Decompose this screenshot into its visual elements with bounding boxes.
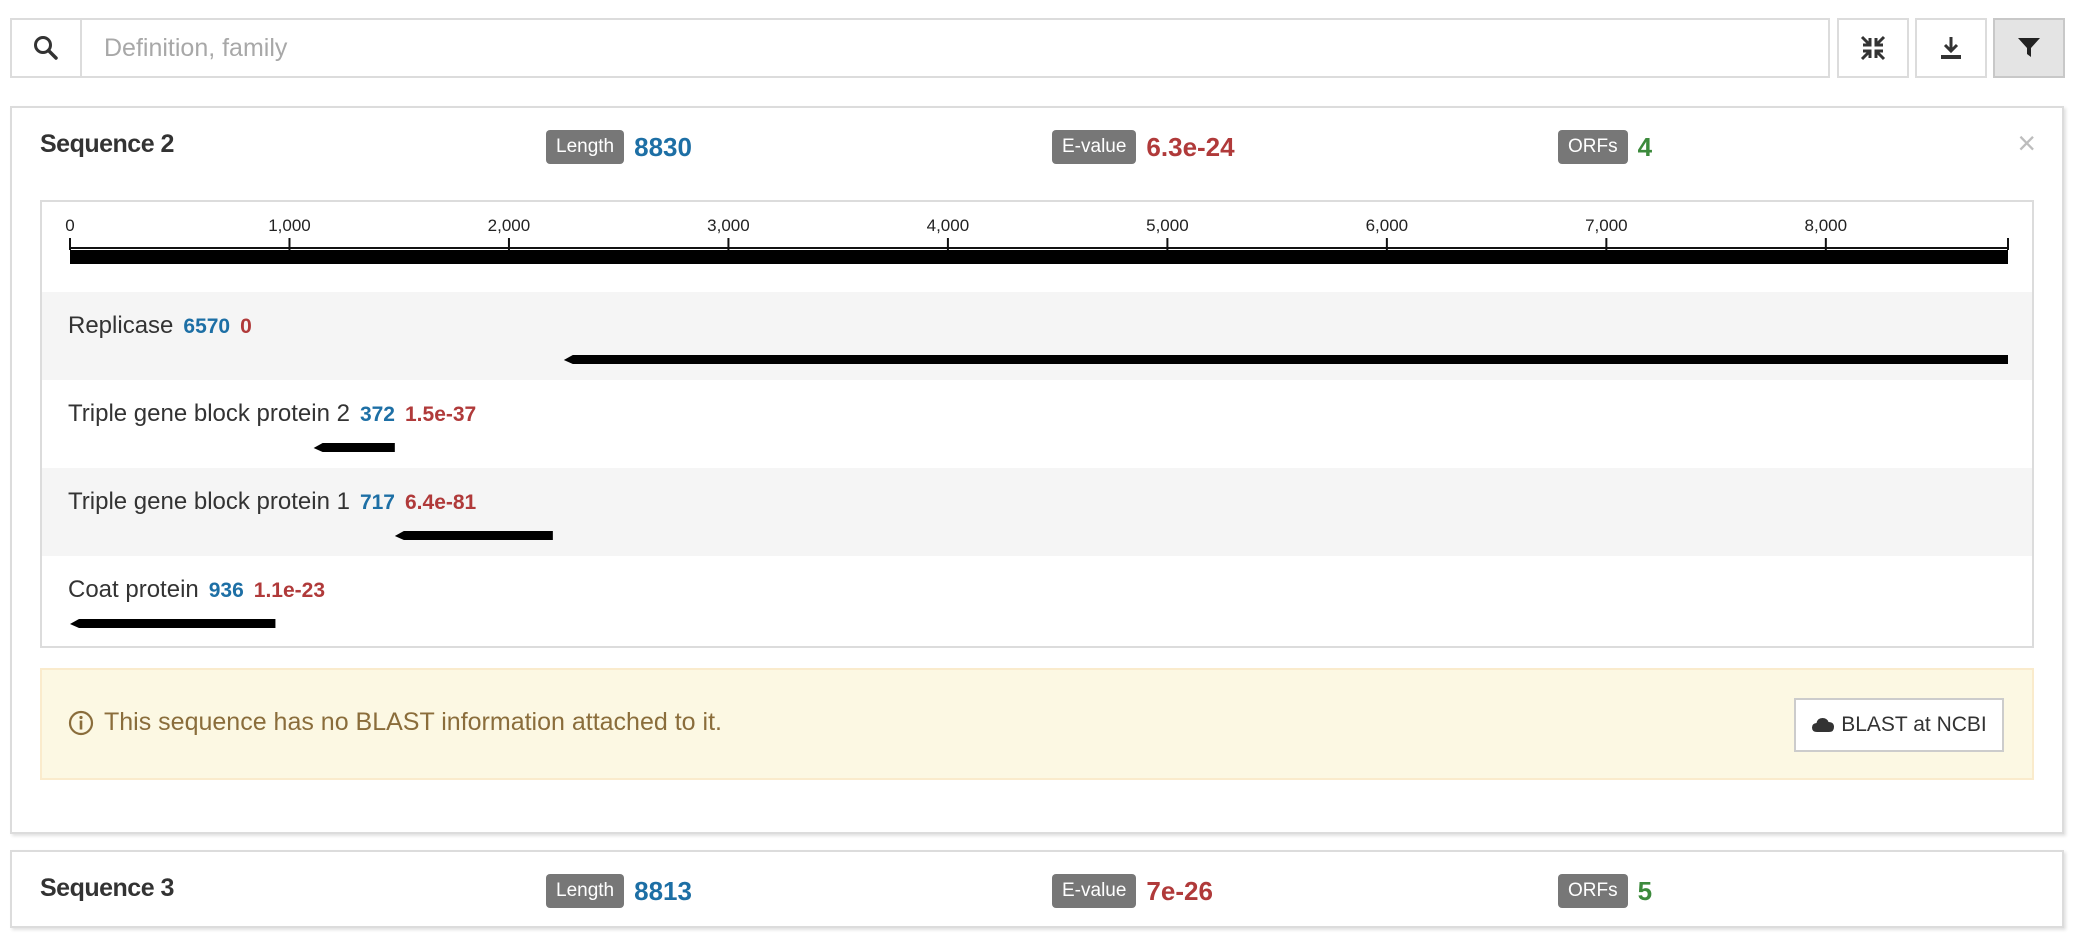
orfs-value: 5: [1637, 875, 1653, 906]
orf-evalue: 1.1e-23: [253, 579, 326, 602]
close-icon[interactable]: ×: [2017, 126, 2036, 160]
orf-evalue: 6.4e-81: [405, 491, 477, 514]
orf-track: [313, 443, 395, 452]
orfs-value: 4: [1637, 131, 1653, 162]
orf-evalue: 1.5e-37: [405, 403, 477, 426]
orf-name: Replicase: [68, 312, 174, 339]
orf-name: Triple gene block protein 1: [68, 488, 350, 515]
orf-length: 6570: [183, 315, 231, 338]
ruler: 0 1,000 2,000 3,000 4,000 5,000 6,000 7,000 8,00…: [42, 202, 2032, 292]
ruler-tick-label: 2,000: [487, 216, 531, 235]
length-value: 8830: [634, 131, 692, 162]
orf-track: [563, 355, 2008, 364]
sequence-card: Sequence 2 Length 8830 E-value 6.3e-24 O…: [10, 106, 2064, 834]
orf-row[interactable]: Replicase 6570 0: [42, 292, 2032, 380]
orf-length: 936: [208, 579, 244, 602]
orf-name: Triple gene block protein 2: [68, 400, 350, 427]
orf-row[interactable]: Triple gene block protein 2 372 1.5e-37: [42, 380, 2032, 468]
ruler-tick-label: 6,000: [1365, 216, 1409, 235]
alert-text: This sequence has no BLAST information a…: [104, 708, 722, 736]
orf-length: 372: [359, 403, 395, 426]
ruler-tick-label: 1,000: [268, 216, 311, 235]
evalue-value: 6.3e-24: [1146, 131, 1235, 162]
orf-label: Triple gene block protein 2 372 1.5e-37: [68, 400, 476, 428]
download-icon: [1941, 37, 1961, 59]
toolbar: [10, 18, 2065, 78]
ruler-tick-label: 5,000: [1146, 216, 1189, 235]
sequence-header[interactable]: Sequence 2 Length 8830 E-value 6.3e-24 O…: [12, 108, 2062, 184]
download-button[interactable]: [1915, 18, 1987, 78]
search-addon[interactable]: [12, 20, 82, 76]
ruler-tick-label: 4,000: [926, 216, 970, 235]
orf-map: 0 1,000 2,000 3,000 4,000 5,000 6,000 7,000 8,00…: [40, 200, 2034, 648]
collapse-all-button[interactable]: [1837, 18, 1909, 78]
ruler-tick-label: 3,000: [707, 216, 750, 235]
orfs-stat: ORFs 5: [1558, 874, 1652, 908]
ruler-tick-label: 8,000: [1804, 216, 1848, 235]
orf-evalue: 0: [240, 315, 252, 338]
filter-button[interactable]: [1993, 18, 2065, 78]
search-bar: [10, 18, 1830, 78]
orf-arrow[interactable]: [70, 619, 276, 628]
evalue-stat: E-value 6.3e-24: [1052, 130, 1235, 164]
blast-ncbi-label: BLAST at NCBI: [1841, 713, 1987, 736]
orf-name: Coat protein: [68, 576, 199, 603]
orf-arrow[interactable]: [313, 443, 395, 452]
orf-length: 717: [359, 491, 395, 514]
sequence-title: Sequence 3: [40, 874, 174, 902]
orf-row[interactable]: Triple gene block protein 1 717 6.4e-81: [42, 468, 2032, 556]
evalue-stat: E-value 7e-26: [1052, 874, 1213, 908]
ruler-tick-label: 0: [65, 216, 75, 235]
sequence-header[interactable]: Sequence 3 Length 8813 E-value 7e-26 ORF…: [12, 852, 2062, 928]
orf-row[interactable]: Coat protein 936 1.1e-23: [42, 556, 2032, 644]
orf-track: [70, 619, 276, 628]
evalue-badge: E-value: [1052, 130, 1137, 164]
orf-label: Coat protein 936 1.1e-23: [68, 576, 325, 604]
filter-icon: [2018, 38, 2040, 57]
orf-label: Replicase 6570 0: [68, 312, 252, 340]
sequence-title: Sequence 2: [40, 130, 174, 158]
blast-alert: This sequence has no BLAST information a…: [40, 668, 2034, 780]
length-badge: Length: [546, 130, 625, 164]
evalue-value: 7e-26: [1146, 875, 1213, 906]
info-icon: [68, 710, 94, 735]
orf-label: Triple gene block protein 1 717 6.4e-81: [68, 488, 476, 516]
search-icon: [34, 36, 58, 60]
orfs-stat: ORFs 4: [1558, 130, 1652, 164]
ruler-tick-label: 7,000: [1585, 216, 1628, 235]
cloud-icon: [1812, 718, 1835, 732]
alert-message: This sequence has no BLAST information a…: [68, 708, 722, 737]
evalue-badge: E-value: [1052, 874, 1137, 908]
orfs-badge: ORFs: [1558, 874, 1628, 908]
length-badge: Length: [546, 874, 625, 908]
orf-arrow[interactable]: [563, 355, 2008, 364]
compress-icon: [1860, 35, 1886, 61]
search-input[interactable]: [82, 20, 1828, 76]
sequence-card: Sequence 3 Length 8813 E-value 7e-26 ORF…: [10, 850, 2064, 928]
sequence-bar: [70, 250, 2008, 264]
length-stat: Length 8830: [546, 130, 692, 164]
length-stat: Length 8813: [546, 874, 692, 908]
blast-ncbi-button[interactable]: BLAST at NCBI: [1794, 698, 2004, 752]
orf-arrow[interactable]: [394, 531, 553, 540]
length-value: 8813: [634, 875, 692, 906]
ruler-axis: [69, 238, 2009, 264]
orfs-badge: ORFs: [1558, 130, 1628, 164]
orf-track: [394, 531, 553, 540]
